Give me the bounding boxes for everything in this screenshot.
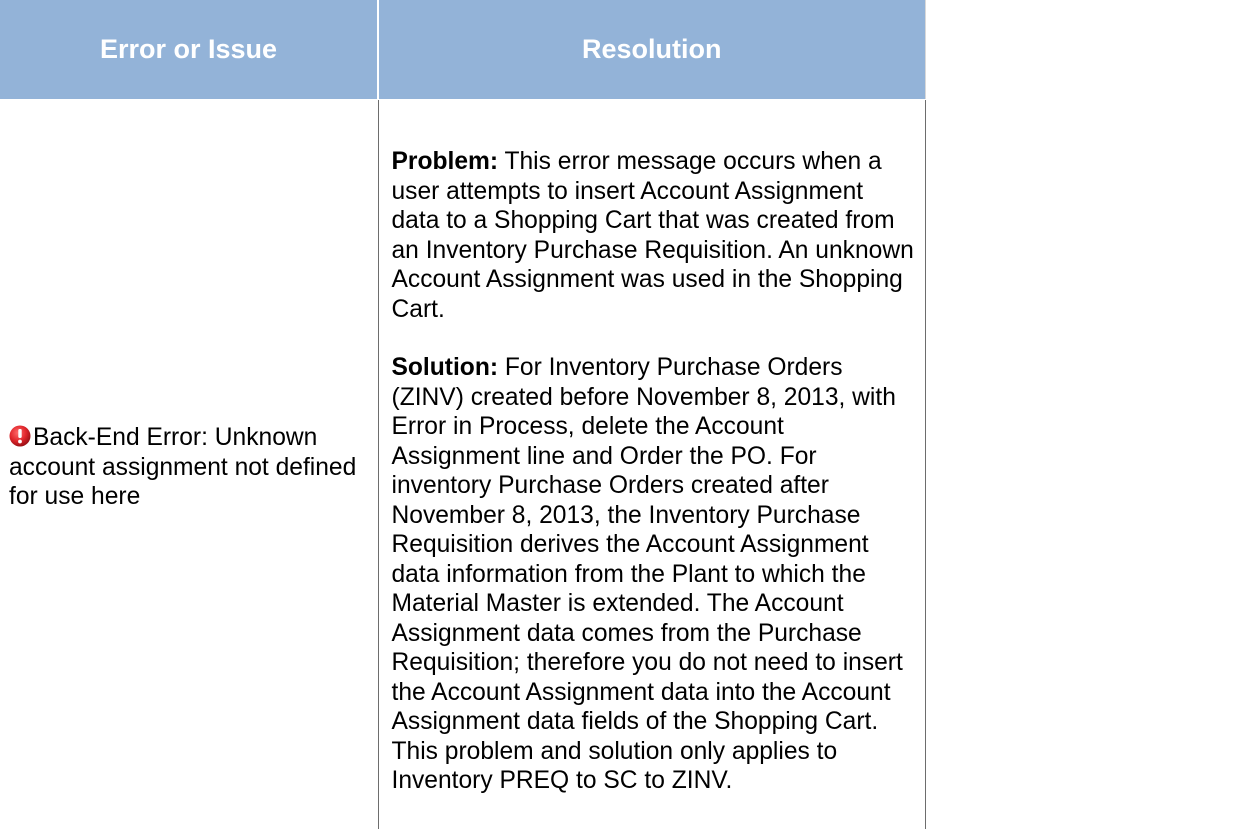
resolution-column-header: Resolution [378, 0, 926, 100]
body-spacer [925, 99, 1252, 829]
issue-text: Back-End Error: Unknown account assignme… [9, 424, 357, 511]
table-row: Back-End Error: Unknown account assignme… [0, 99, 1252, 829]
solution-paragraph: Solution: For Inventory Purchase Orders … [392, 353, 917, 796]
solution-label: Solution: [391, 354, 499, 381]
table-header-row: Error or Issue Resolution [0, 0, 1252, 100]
issue-column-header: Error or Issue [0, 0, 379, 100]
issue-cell: Back-End Error: Unknown account assignme… [0, 99, 379, 829]
error-resolution-table: Error or Issue Resolution Back-End Error… [0, 0, 1252, 829]
issue-description: Back-End Error: Unknown account assignme… [9, 417, 366, 512]
error-icon [9, 425, 31, 447]
header-spacer [925, 0, 1252, 100]
problem-label: Problem: [391, 148, 499, 175]
solution-text: For Inventory Purchase Orders (ZINV) cre… [391, 354, 903, 794]
problem-paragraph: Problem: This error message occurs when … [392, 147, 917, 324]
resolution-cell: Problem: This error message occurs when … [378, 99, 926, 829]
